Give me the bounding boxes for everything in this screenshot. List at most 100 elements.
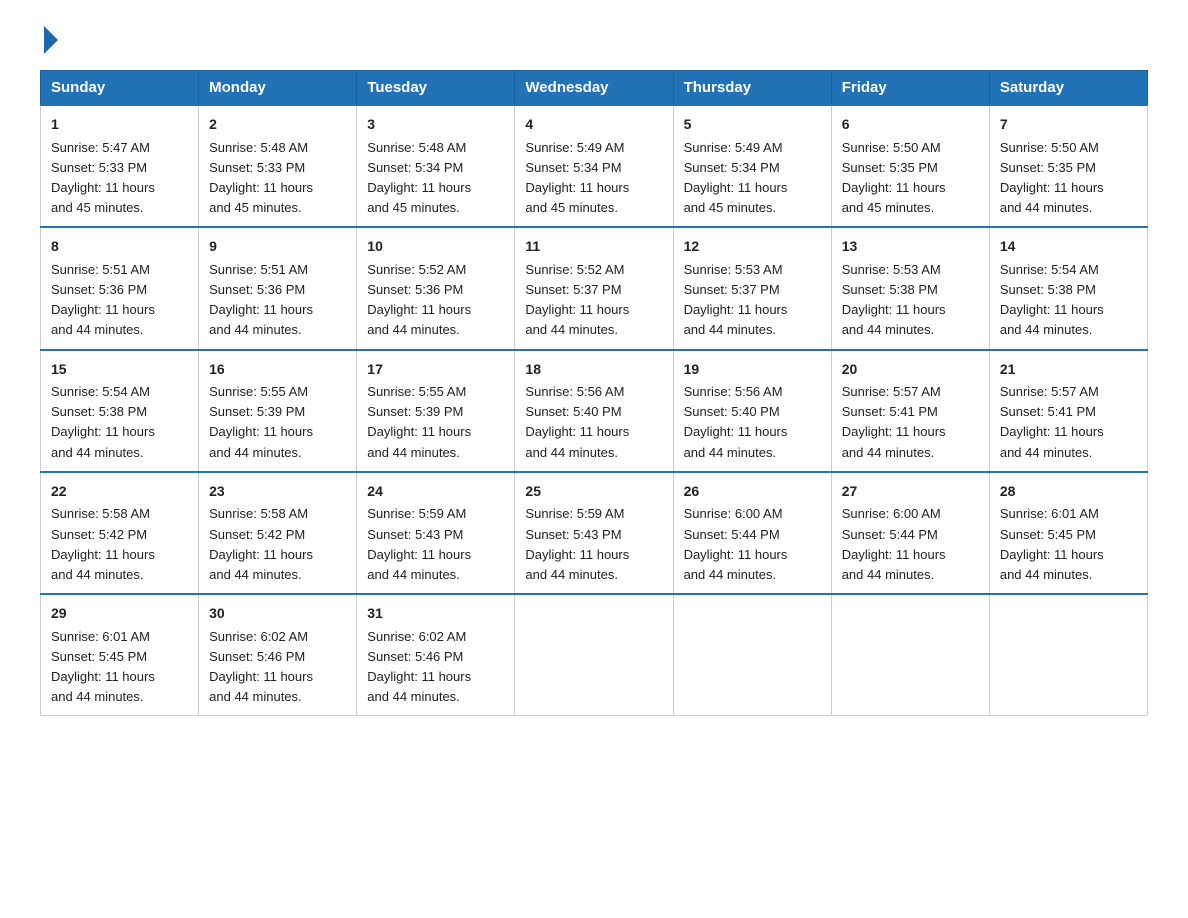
sunset-text: Sunset: 5:36 PM xyxy=(51,280,188,300)
daylight-text: Daylight: 11 hours xyxy=(209,545,346,565)
sunset-text: Sunset: 5:34 PM xyxy=(684,158,821,178)
daylight-text: Daylight: 11 hours xyxy=(842,422,979,442)
day-info: Sunrise: 5:53 AMSunset: 5:38 PMDaylight:… xyxy=(842,260,979,341)
daylight-text-2: and 44 minutes. xyxy=(1000,320,1137,340)
calendar-cell: 9Sunrise: 5:51 AMSunset: 5:36 PMDaylight… xyxy=(199,227,357,349)
day-info: Sunrise: 5:53 AMSunset: 5:37 PMDaylight:… xyxy=(684,260,821,341)
day-number: 25 xyxy=(525,481,662,503)
logo-text xyxy=(40,30,58,54)
daylight-text-2: and 44 minutes. xyxy=(51,320,188,340)
day-number: 16 xyxy=(209,359,346,381)
day-info: Sunrise: 5:55 AMSunset: 5:39 PMDaylight:… xyxy=(367,382,504,463)
daylight-text: Daylight: 11 hours xyxy=(525,178,662,198)
sunset-text: Sunset: 5:34 PM xyxy=(525,158,662,178)
daylight-text-2: and 44 minutes. xyxy=(842,320,979,340)
calendar-week-row: 8Sunrise: 5:51 AMSunset: 5:36 PMDaylight… xyxy=(41,227,1148,349)
day-number: 23 xyxy=(209,481,346,503)
sunset-text: Sunset: 5:33 PM xyxy=(209,158,346,178)
sunrise-text: Sunrise: 5:50 AM xyxy=(1000,138,1137,158)
sunrise-text: Sunrise: 5:53 AM xyxy=(842,260,979,280)
sunset-text: Sunset: 5:33 PM xyxy=(51,158,188,178)
day-info: Sunrise: 6:01 AMSunset: 5:45 PMDaylight:… xyxy=(51,627,188,708)
day-number: 7 xyxy=(1000,114,1137,136)
sunset-text: Sunset: 5:39 PM xyxy=(209,402,346,422)
sunrise-text: Sunrise: 5:52 AM xyxy=(525,260,662,280)
sunrise-text: Sunrise: 5:48 AM xyxy=(367,138,504,158)
sunset-text: Sunset: 5:37 PM xyxy=(525,280,662,300)
sunset-text: Sunset: 5:46 PM xyxy=(367,647,504,667)
day-number: 11 xyxy=(525,236,662,258)
daylight-text-2: and 44 minutes. xyxy=(51,565,188,585)
day-number: 14 xyxy=(1000,236,1137,258)
daylight-text-2: and 45 minutes. xyxy=(51,198,188,218)
sunset-text: Sunset: 5:45 PM xyxy=(51,647,188,667)
calendar-cell: 6Sunrise: 5:50 AMSunset: 5:35 PMDaylight… xyxy=(831,105,989,227)
calendar-cell: 5Sunrise: 5:49 AMSunset: 5:34 PMDaylight… xyxy=(673,105,831,227)
calendar-cell: 17Sunrise: 5:55 AMSunset: 5:39 PMDayligh… xyxy=(357,350,515,472)
day-info: Sunrise: 5:55 AMSunset: 5:39 PMDaylight:… xyxy=(209,382,346,463)
day-number: 27 xyxy=(842,481,979,503)
calendar-cell: 11Sunrise: 5:52 AMSunset: 5:37 PMDayligh… xyxy=(515,227,673,349)
daylight-text-2: and 45 minutes. xyxy=(367,198,504,218)
day-number: 15 xyxy=(51,359,188,381)
sunset-text: Sunset: 5:44 PM xyxy=(842,525,979,545)
sunrise-text: Sunrise: 5:59 AM xyxy=(367,504,504,524)
calendar-cell xyxy=(989,594,1147,716)
calendar-cell: 18Sunrise: 5:56 AMSunset: 5:40 PMDayligh… xyxy=(515,350,673,472)
daylight-text: Daylight: 11 hours xyxy=(525,300,662,320)
sunset-text: Sunset: 5:36 PM xyxy=(209,280,346,300)
header-area xyxy=(40,30,1148,54)
daylight-text: Daylight: 11 hours xyxy=(525,422,662,442)
sunset-text: Sunset: 5:42 PM xyxy=(51,525,188,545)
day-info: Sunrise: 5:57 AMSunset: 5:41 PMDaylight:… xyxy=(842,382,979,463)
sunset-text: Sunset: 5:34 PM xyxy=(367,158,504,178)
daylight-text-2: and 44 minutes. xyxy=(209,565,346,585)
calendar-cell: 28Sunrise: 6:01 AMSunset: 5:45 PMDayligh… xyxy=(989,472,1147,594)
calendar-cell xyxy=(515,594,673,716)
day-number: 9 xyxy=(209,236,346,258)
sunset-text: Sunset: 5:44 PM xyxy=(684,525,821,545)
day-info: Sunrise: 5:58 AMSunset: 5:42 PMDaylight:… xyxy=(51,504,188,585)
calendar-cell: 16Sunrise: 5:55 AMSunset: 5:39 PMDayligh… xyxy=(199,350,357,472)
header-sunday: Sunday xyxy=(41,71,199,106)
day-info: Sunrise: 5:48 AMSunset: 5:34 PMDaylight:… xyxy=(367,138,504,219)
sunrise-text: Sunrise: 5:51 AM xyxy=(51,260,188,280)
daylight-text-2: and 45 minutes. xyxy=(842,198,979,218)
sunrise-text: Sunrise: 5:58 AM xyxy=(51,504,188,524)
daylight-text-2: and 44 minutes. xyxy=(684,565,821,585)
sunrise-text: Sunrise: 5:55 AM xyxy=(367,382,504,402)
header-monday: Monday xyxy=(199,71,357,106)
calendar-cell: 29Sunrise: 6:01 AMSunset: 5:45 PMDayligh… xyxy=(41,594,199,716)
day-number: 1 xyxy=(51,114,188,136)
calendar-cell: 26Sunrise: 6:00 AMSunset: 5:44 PMDayligh… xyxy=(673,472,831,594)
daylight-text-2: and 45 minutes. xyxy=(684,198,821,218)
calendar-cell: 14Sunrise: 5:54 AMSunset: 5:38 PMDayligh… xyxy=(989,227,1147,349)
sunset-text: Sunset: 5:45 PM xyxy=(1000,525,1137,545)
daylight-text-2: and 44 minutes. xyxy=(51,443,188,463)
sunset-text: Sunset: 5:38 PM xyxy=(842,280,979,300)
sunrise-text: Sunrise: 5:56 AM xyxy=(525,382,662,402)
calendar-cell: 10Sunrise: 5:52 AMSunset: 5:36 PMDayligh… xyxy=(357,227,515,349)
calendar-cell: 30Sunrise: 6:02 AMSunset: 5:46 PMDayligh… xyxy=(199,594,357,716)
day-number: 17 xyxy=(367,359,504,381)
sunrise-text: Sunrise: 5:50 AM xyxy=(842,138,979,158)
daylight-text-2: and 44 minutes. xyxy=(367,320,504,340)
sunset-text: Sunset: 5:36 PM xyxy=(367,280,504,300)
day-info: Sunrise: 5:59 AMSunset: 5:43 PMDaylight:… xyxy=(525,504,662,585)
day-info: Sunrise: 5:52 AMSunset: 5:37 PMDaylight:… xyxy=(525,260,662,341)
sunrise-text: Sunrise: 6:01 AM xyxy=(1000,504,1137,524)
day-number: 29 xyxy=(51,603,188,625)
daylight-text-2: and 44 minutes. xyxy=(842,443,979,463)
daylight-text: Daylight: 11 hours xyxy=(51,667,188,687)
day-info: Sunrise: 5:56 AMSunset: 5:40 PMDaylight:… xyxy=(525,382,662,463)
day-info: Sunrise: 5:57 AMSunset: 5:41 PMDaylight:… xyxy=(1000,382,1137,463)
daylight-text: Daylight: 11 hours xyxy=(367,667,504,687)
daylight-text-2: and 44 minutes. xyxy=(684,320,821,340)
daylight-text-2: and 44 minutes. xyxy=(209,443,346,463)
daylight-text: Daylight: 11 hours xyxy=(209,178,346,198)
daylight-text-2: and 44 minutes. xyxy=(1000,565,1137,585)
daylight-text: Daylight: 11 hours xyxy=(1000,422,1137,442)
daylight-text-2: and 44 minutes. xyxy=(684,443,821,463)
sunrise-text: Sunrise: 5:53 AM xyxy=(684,260,821,280)
calendar-week-row: 29Sunrise: 6:01 AMSunset: 5:45 PMDayligh… xyxy=(41,594,1148,716)
